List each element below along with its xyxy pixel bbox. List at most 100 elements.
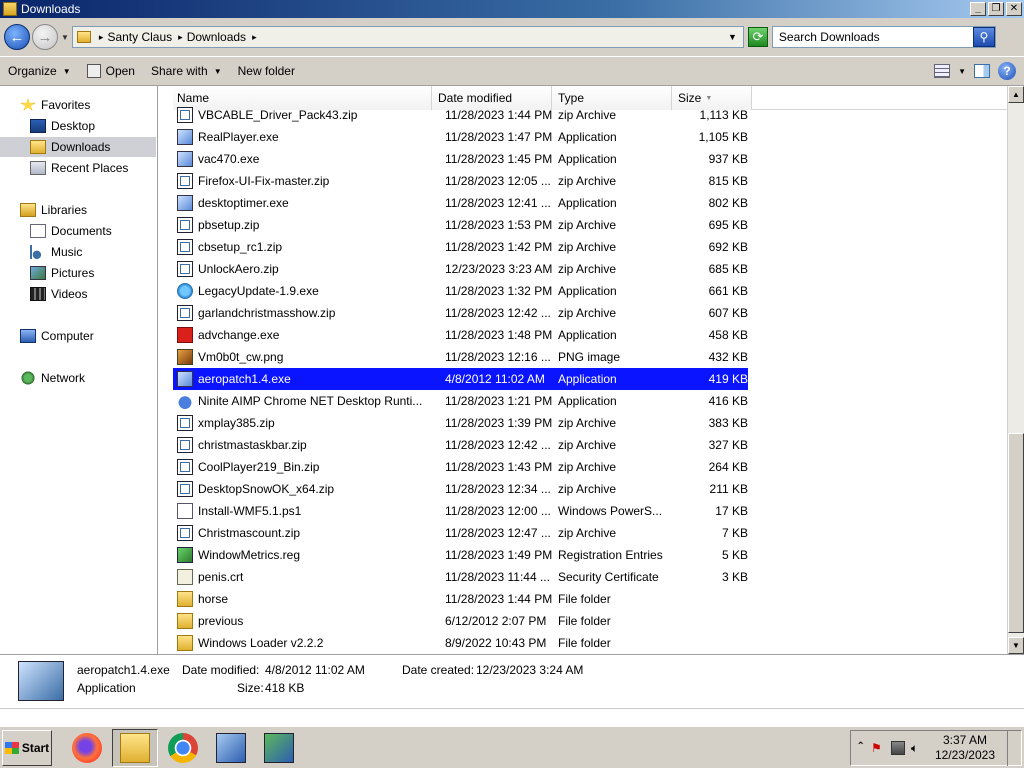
chevron-right-icon[interactable]: ▸ <box>252 32 257 43</box>
nav-libraries[interactable]: Libraries <box>0 200 156 220</box>
show-hidden-icons[interactable]: ⌃ <box>857 741 865 755</box>
nav-documents[interactable]: Documents <box>0 221 156 241</box>
file-type: PNG image <box>558 350 621 364</box>
address-dropdown[interactable]: ▼ <box>728 32 737 42</box>
action-center-icon[interactable]: ⚑ <box>871 741 885 755</box>
nav-pictures[interactable]: Pictures <box>0 263 156 283</box>
file-name: Christmascount.zip <box>198 526 301 540</box>
nav-music[interactable]: Music <box>0 242 156 262</box>
file-row[interactable]: horse 11/28/2023 1:44 PM File folder <box>173 588 748 610</box>
taskbar-firefox[interactable] <box>64 729 110 767</box>
file-row[interactable]: Vm0b0t_cw.png 11/28/2023 12:16 ... PNG ima… <box>173 346 748 368</box>
nav-computer[interactable]: Computer <box>0 326 156 346</box>
file-row[interactable]: christmastaskbar.zip 11/28/2023 12:42 ...… <box>173 434 748 456</box>
search-icon[interactable]: ⚲ <box>972 27 995 47</box>
taskbar-chrome[interactable] <box>160 729 206 767</box>
file-row[interactable]: advchange.exe 11/28/2023 1:48 PM Applicati… <box>173 324 748 346</box>
nav-recent-places[interactable]: Recent Places <box>0 158 156 178</box>
forward-button[interactable]: → <box>32 24 58 50</box>
restore-button[interactable]: ❐ <box>988 2 1004 16</box>
nav-network[interactable]: Network <box>0 368 156 388</box>
taskbar-explorer[interactable] <box>112 728 158 767</box>
zip-archive-icon <box>177 261 193 277</box>
close-button[interactable]: ✕ <box>1006 2 1022 16</box>
scroll-down-button[interactable]: ▼ <box>1008 637 1024 654</box>
file-row[interactable]: Windows Loader v2.2.2 8/9/2022 10:43 PM Fi… <box>173 632 748 654</box>
file-row[interactable]: RealPlayer.exe 11/28/2023 1:47 PM Applicat… <box>173 126 748 148</box>
back-button[interactable]: ← <box>4 24 30 50</box>
address-bar[interactable]: ▸ Santy Claus ▸ Downloads ▸ ▼ <box>71 26 744 48</box>
file-row[interactable]: VBCABLE_Driver_Pack43.zip 11/28/2023 1:44… <box>173 104 748 126</box>
breadcrumb-user[interactable]: Santy Claus <box>107 30 172 44</box>
file-row[interactable]: Firefox-UI-Fix-master.zip 11/28/2023 12:0… <box>173 170 748 192</box>
nav-desktop[interactable]: Desktop <box>0 116 156 136</box>
file-row[interactable]: desktoptimer.exe 11/28/2023 12:41 ... Appl… <box>173 192 748 214</box>
file-size: 695 KB <box>708 218 748 232</box>
file-size: 416 KB <box>708 394 748 408</box>
volume-icon[interactable]: 🔈︎ <box>911 741 925 755</box>
file-type: zip Archive <box>558 526 617 540</box>
file-row[interactable]: aeropatch1.4.exe 4/8/2012 11:02 AM Applica… <box>173 368 748 390</box>
search-input[interactable]: Search Downloads ⚲ <box>771 26 996 48</box>
file-row[interactable]: vac470.exe 11/28/2023 1:45 PM Application 9… <box>173 148 748 170</box>
preview-pane-icon[interactable] <box>974 64 990 78</box>
chevron-down-icon[interactable]: ▼ <box>958 67 966 76</box>
file-size: 661 KB <box>708 284 748 298</box>
share-with-button[interactable]: Share with ▼ <box>143 59 230 83</box>
file-name: aeropatch1.4.exe <box>198 372 291 386</box>
file-row[interactable]: previous 6/12/2012 2:07 PM File folder <box>173 610 748 632</box>
clock[interactable]: 3:37 AM 12/23/2023 <box>935 733 995 763</box>
nav-favorites[interactable]: Favorites <box>20 95 156 115</box>
file-size: 1,105 KB <box>698 130 748 144</box>
address-row: ← → ▼ ▸ Santy Claus ▸ Downloads ▸ ▼ ⟳ Se… <box>0 18 1024 56</box>
file-row[interactable]: DesktopSnowOK_x64.zip 11/28/2023 12:34 ..… <box>173 478 748 500</box>
file-size: 815 KB <box>708 174 748 188</box>
nav-downloads[interactable]: Downloads <box>0 137 156 157</box>
file-row[interactable]: xmplay385.zip 11/28/2023 1:39 PM zip Archi… <box>173 412 748 434</box>
folder-icon <box>177 613 193 629</box>
scroll-thumb[interactable] <box>1008 433 1024 633</box>
network-status-icon[interactable] <box>890 740 905 755</box>
file-type: zip Archive <box>558 460 617 474</box>
recent-pages-dropdown[interactable]: ▼ <box>61 33 69 42</box>
file-row[interactable]: Christmascount.zip 11/28/2023 12:47 ... zi… <box>173 522 748 544</box>
file-name: UnlockAero.zip <box>198 262 279 276</box>
file-row[interactable]: CoolPlayer219_Bin.zip 11/28/2023 1:43 PM z… <box>173 456 748 478</box>
folder-icon <box>177 635 193 651</box>
file-row[interactable]: penis.crt 11/28/2023 11:44 ... Security Ce… <box>173 566 748 588</box>
minimize-button[interactable]: _ <box>970 2 986 16</box>
taskbar-control-panel[interactable] <box>208 729 254 767</box>
file-row[interactable]: LegacyUpdate-1.9.exe 11/28/2023 1:32 PM Ap… <box>173 280 748 302</box>
refresh-button[interactable]: ⟳ <box>747 27 768 47</box>
view-options-icon[interactable] <box>934 64 951 78</box>
file-row[interactable]: cbsetup_rc1.zip 11/28/2023 1:42 PM zip Arc… <box>173 236 748 258</box>
file-size: 1,113 KB <box>699 108 748 122</box>
column-size-label: Size <box>678 91 702 105</box>
file-row[interactable]: WindowMetrics.reg 11/28/2023 1:49 PM Regis… <box>173 544 748 566</box>
file-row[interactable]: Ninite AIMP Chrome NET Desktop Runti... 1… <box>173 390 748 412</box>
scroll-up-button[interactable]: ▲ <box>1008 86 1024 103</box>
file-row[interactable]: UnlockAero.zip 12/23/2023 3:23 AM zip Arch… <box>173 258 748 280</box>
zip-archive-icon <box>177 525 193 541</box>
file-row[interactable]: Install-WMF5.1.ps1 11/28/2023 12:00 ... Wi… <box>173 500 748 522</box>
downloads-folder-icon <box>30 140 46 154</box>
title-bar: Downloads _ ❐ ✕ <box>0 0 1024 18</box>
vertical-scrollbar[interactable]: ▲ ▼ <box>1007 86 1024 654</box>
organize-button[interactable]: Organize ▼ <box>0 59 79 83</box>
file-row[interactable]: pbsetup.zip 11/28/2023 1:53 PM zip Archive… <box>173 214 748 236</box>
nav-videos[interactable]: Videos <box>0 284 156 304</box>
file-row[interactable]: garlandchristmasshow.zip 11/28/2023 12:42… <box>173 302 748 324</box>
show-desktop-button[interactable] <box>1007 729 1015 766</box>
monitor-icon <box>264 732 294 763</box>
chevron-right-icon[interactable]: ▸ <box>178 32 183 43</box>
file-name: garlandchristmasshow.zip <box>198 306 336 320</box>
breadcrumb-downloads[interactable]: Downloads <box>187 30 246 44</box>
file-name: LegacyUpdate-1.9.exe <box>198 284 319 298</box>
new-folder-button[interactable]: New folder <box>230 59 303 83</box>
start-button[interactable]: Start <box>2 729 52 766</box>
taskbar-display-app[interactable] <box>256 729 302 767</box>
help-icon[interactable]: ? <box>998 62 1016 80</box>
file-date-modified: 6/12/2012 2:07 PM <box>445 614 547 628</box>
open-button[interactable]: Open <box>79 59 143 83</box>
chevron-right-icon[interactable]: ▸ <box>99 32 104 43</box>
